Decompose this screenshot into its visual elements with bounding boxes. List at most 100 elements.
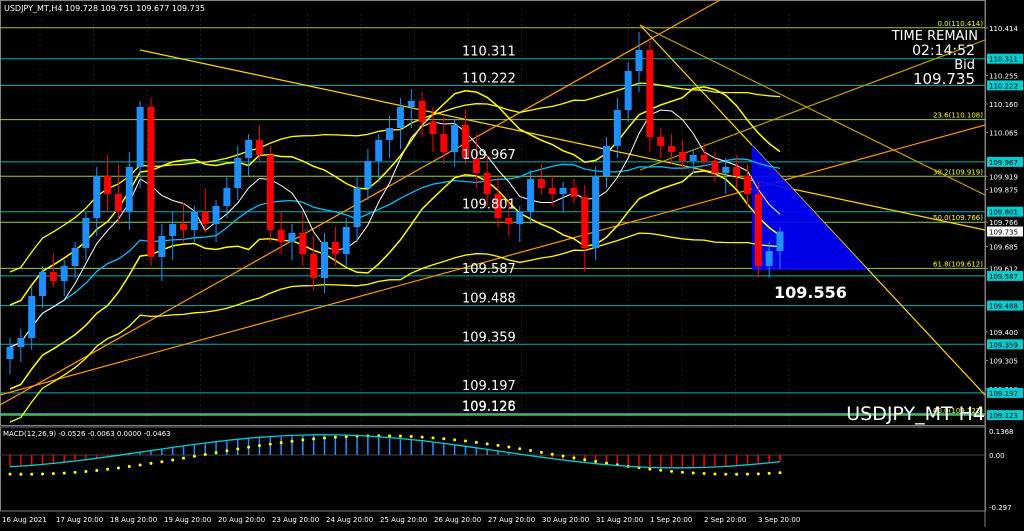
- macd-signal-dot: [333, 435, 337, 439]
- macd-signal-dot: [561, 454, 565, 458]
- level-annotations: 110.311 110.222 109.967 109.801 109.587 109.4…: [462, 45, 516, 416]
- macd-tick: 0.00: [989, 452, 1005, 460]
- level-annotation: 109.801: [462, 198, 516, 213]
- macd-signal-dot: [431, 436, 435, 440]
- price-tick: 110.222: [989, 82, 1018, 90]
- price-tick: 110.311: [989, 56, 1018, 64]
- candle-body: [429, 122, 437, 134]
- candle-body: [353, 188, 361, 227]
- macd-signal-dot: [8, 472, 12, 476]
- macd-signal-dot: [735, 472, 739, 476]
- price-tick: 109.801: [989, 209, 1018, 217]
- macd-signal-dot: [713, 472, 717, 476]
- macd-signal-dot: [203, 452, 207, 456]
- candle-body: [418, 101, 426, 122]
- candle-body: [136, 107, 144, 167]
- candle-body: [440, 134, 448, 152]
- price-tick: 109.305: [989, 358, 1018, 366]
- candle-body: [17, 338, 25, 347]
- macd-signal-dot: [453, 438, 457, 442]
- macd-signal-dot: [236, 447, 240, 451]
- macd-signal-dot: [583, 458, 587, 462]
- time-tick: 24 Aug 20:00: [326, 516, 373, 524]
- macd-signal-dot: [670, 469, 674, 473]
- macd-signal-dot: [225, 449, 229, 453]
- candle-body: [548, 188, 556, 194]
- macd-signal-dot: [496, 443, 500, 447]
- price-tick: 109.123: [989, 412, 1018, 420]
- candle-body: [310, 254, 318, 278]
- candle-body: [147, 107, 155, 257]
- candle-body: [689, 155, 697, 161]
- candle-body: [646, 50, 654, 137]
- macd-signal-dot: [756, 472, 760, 476]
- macd-signal-dot: [420, 435, 424, 439]
- candle-body: [60, 266, 68, 281]
- time-tick: 16 Aug 2021: [2, 516, 47, 524]
- macd-signal-dot: [518, 447, 522, 451]
- price-tick: 110.255: [989, 73, 1018, 81]
- macd-signal-dot: [127, 465, 131, 469]
- candle-body: [169, 224, 177, 236]
- time-tick: 18 Aug 20:00: [110, 516, 157, 524]
- candle-body: [483, 173, 491, 194]
- candle-body: [754, 194, 762, 266]
- price-tick: 109.197: [989, 390, 1018, 398]
- macd-signal-dot: [192, 454, 196, 458]
- macd-signal-dot: [594, 459, 598, 463]
- candle-body: [245, 140, 253, 158]
- time-axis: 16 Aug 2021 17 Aug 20:00 18 Aug 20:00 19 Au…: [2, 516, 800, 524]
- candle-body: [407, 101, 415, 107]
- macd-signal-dot: [691, 471, 695, 475]
- price-tick: 109.875: [989, 187, 1018, 195]
- macd-signal-dot: [138, 463, 142, 467]
- time-remain-value: 02:14:52: [912, 43, 975, 59]
- candle-body: [299, 233, 307, 254]
- candle-body: [668, 146, 676, 152]
- macd-signal-dot: [745, 472, 749, 476]
- candle-body: [364, 161, 372, 188]
- candle-body: [114, 194, 122, 212]
- candle-body: [49, 272, 57, 281]
- time-tick: 19 Aug 20:00: [164, 516, 211, 524]
- time-remain-label: TIME REMAIN: [891, 29, 978, 44]
- candle-body: [212, 206, 220, 224]
- macd-signal-dot: [160, 460, 164, 464]
- macd-signal-dot: [84, 469, 88, 473]
- macd-signal-dot: [106, 467, 110, 471]
- macd-tick: 0.1368: [989, 428, 1014, 436]
- price-tick: 109.967: [989, 159, 1018, 167]
- macd-signal-dot: [290, 439, 294, 443]
- macd-label: MACD(12,26,9) -0.0526 -0.0063 0.0000 -0.…: [3, 430, 171, 438]
- time-tick: 1 Sep 20:00: [650, 516, 692, 524]
- level-annotation: 110.311: [462, 45, 516, 60]
- candle-body: [592, 176, 600, 248]
- level-annotation: 109.967: [462, 148, 516, 163]
- time-tick: 27 Aug 20:00: [488, 516, 535, 524]
- candle-body: [613, 110, 621, 146]
- bid-value: 109.735: [913, 70, 975, 88]
- candle-body: [321, 242, 329, 278]
- macd-signal-dot: [95, 468, 99, 472]
- trendline: [639, 39, 986, 171]
- candle-body: [776, 231, 784, 251]
- candle-body: [6, 347, 14, 359]
- fibo-label: 38.2(109.919): [933, 168, 983, 176]
- macd-signal-dot: [182, 456, 186, 460]
- candle-body: [180, 224, 188, 230]
- macd-signal-dot: [62, 471, 66, 475]
- macd-signal-dot: [214, 451, 218, 455]
- candle-body: [331, 242, 339, 254]
- price-tick: 110.160: [989, 101, 1018, 109]
- candle-body: [700, 155, 708, 161]
- macd-signal-dot: [778, 471, 782, 475]
- macd-signal-dot: [73, 470, 77, 474]
- level-annotation: 109.126: [462, 400, 516, 415]
- candle-body: [288, 233, 296, 242]
- candle-body: [678, 152, 686, 161]
- macd-signal-dot: [30, 472, 34, 476]
- candles: [6, 32, 784, 374]
- time-tick: 17 Aug 20:00: [56, 516, 103, 524]
- price-chart[interactable]: 0.0(110.414)23.6(110.108)38.2(109.919)50…: [0, 0, 1024, 527]
- candle-body: [570, 188, 578, 197]
